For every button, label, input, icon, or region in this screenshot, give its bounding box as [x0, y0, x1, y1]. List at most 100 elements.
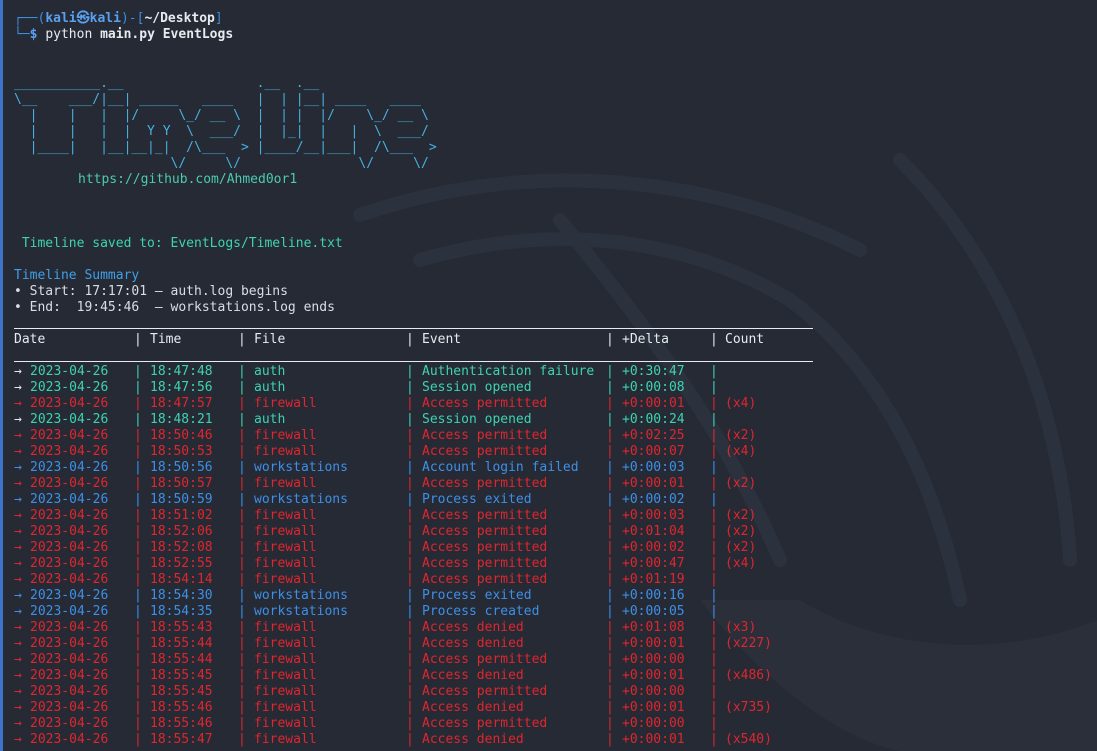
- row-arrow: →: [14, 572, 22, 587]
- row-file: firewall: [254, 716, 317, 731]
- table-row: → 2023-04-26 | 18:47:48 | auth | Authentication…: [14, 364, 914, 380]
- column-separator: |: [134, 364, 142, 379]
- column-separator: |: [406, 540, 414, 555]
- row-delta: +0:01:08: [622, 620, 685, 635]
- prompt-frame-top: ┌──(: [14, 11, 46, 26]
- row-count: (x2): [725, 524, 757, 539]
- row-time: 18:55:44: [150, 652, 213, 667]
- row-date: 2023-04-26: [30, 444, 109, 459]
- row-file: workstations: [254, 588, 348, 603]
- row-count: (x540): [725, 732, 772, 747]
- row-arrow: →: [14, 380, 22, 395]
- row-count: (x4): [725, 444, 757, 459]
- column-separator: |: [710, 684, 718, 699]
- column-separator: |: [710, 396, 718, 411]
- column-separator: |: [238, 732, 246, 747]
- row-file: firewall: [254, 524, 317, 539]
- table-row: → 2023-04-26 | 18:54:30 | workstations | Proces…: [14, 588, 914, 604]
- column-separator: |: [710, 460, 718, 475]
- column-separator: |: [134, 396, 142, 411]
- table-row: → 2023-04-26 | 18:55:44 | firewall | Access per…: [14, 652, 914, 668]
- column-separator: |: [606, 540, 614, 555]
- row-event: Session opened: [422, 380, 532, 395]
- column-separator: |: [238, 412, 246, 427]
- terminal-left-border: [0, 0, 3, 751]
- row-delta: +0:30:47: [622, 364, 685, 379]
- github-url[interactable]: https://github.com/Ahmed0or1: [78, 172, 297, 188]
- row-delta: +0:00:08: [622, 380, 685, 395]
- row-date: 2023-04-26: [30, 700, 109, 715]
- row-event: Access permitted: [422, 556, 548, 571]
- row-file: firewall: [254, 572, 317, 587]
- column-separator: |: [238, 476, 246, 491]
- row-arrow: →: [14, 524, 22, 539]
- row-date: 2023-04-26: [30, 652, 109, 667]
- column-separator: |: [710, 556, 718, 571]
- row-date: 2023-04-26: [30, 428, 109, 443]
- table-row: → 2023-04-26 | 18:54:14 | firewall | Access per…: [14, 572, 914, 588]
- column-separator: |: [710, 444, 718, 459]
- column-separator: |: [238, 380, 246, 395]
- column-separator: |: [606, 492, 614, 507]
- row-arrow: →: [14, 668, 22, 683]
- column-separator: |: [710, 668, 718, 683]
- column-separator: |: [710, 588, 718, 603]
- column-separator: |: [134, 540, 142, 555]
- header-sep: |: [134, 332, 142, 347]
- row-time: 18:55:47: [150, 732, 213, 747]
- column-separator: |: [606, 460, 614, 475]
- table-row: → 2023-04-26 | 18:50:46 | firewall | Access per…: [14, 428, 914, 444]
- row-arrow: →: [14, 700, 22, 715]
- column-separator: |: [238, 444, 246, 459]
- column-separator: |: [134, 508, 142, 523]
- column-separator: |: [606, 428, 614, 443]
- row-date: 2023-04-26: [30, 412, 109, 427]
- column-separator: |: [406, 684, 414, 699]
- column-separator: |: [606, 668, 614, 683]
- header-file: File: [254, 332, 286, 347]
- column-separator: |: [406, 396, 414, 411]
- row-event: Access permitted: [422, 508, 548, 523]
- column-separator: |: [134, 556, 142, 571]
- row-time: 18:51:02: [150, 508, 213, 523]
- prompt-user: kali: [45, 11, 77, 26]
- column-separator: |: [406, 444, 414, 459]
- row-delta: +0:02:25: [622, 428, 685, 443]
- column-separator: |: [406, 460, 414, 475]
- column-separator: |: [606, 556, 614, 571]
- row-event: Access permitted: [422, 716, 548, 731]
- banner-line: \__ ___/|__| _____ ____ | | |__| ____ __…: [14, 92, 421, 107]
- row-event: Process created: [422, 604, 540, 619]
- row-event: Access denied: [422, 620, 524, 635]
- row-file: firewall: [254, 476, 317, 491]
- row-arrow: →: [14, 588, 22, 603]
- row-time: 18:48:21: [150, 412, 213, 427]
- header-count: Count: [725, 332, 765, 347]
- row-delta: +0:00:47: [622, 556, 685, 571]
- column-separator: |: [134, 476, 142, 491]
- row-time: 18:52:55: [150, 556, 213, 571]
- prompt-path: ~/Desktop: [144, 11, 215, 26]
- row-event: Access denied: [422, 636, 524, 651]
- row-file: auth: [254, 380, 286, 395]
- row-event: Access denied: [422, 700, 524, 715]
- row-count: (x735): [725, 700, 772, 715]
- row-arrow: →: [14, 396, 22, 411]
- column-separator: |: [134, 412, 142, 427]
- command-line[interactable]: └─$ python main.py EventLogs: [14, 27, 233, 43]
- row-delta: +0:00:03: [622, 460, 685, 475]
- terminal-window[interactable]: ┌──(kali㉿kali)-[~/Desktop] └─$ python ma…: [0, 0, 1097, 751]
- header-time: Time: [150, 332, 182, 347]
- row-arrow: →: [14, 636, 22, 651]
- row-delta: +0:00:05: [622, 604, 685, 619]
- column-separator: |: [406, 572, 414, 587]
- table-row: → 2023-04-26 | 18:47:57 | firewall | Access per…: [14, 396, 914, 412]
- row-arrow: →: [14, 508, 22, 523]
- column-separator: |: [238, 524, 246, 539]
- prompt-frame-end: ]: [214, 11, 223, 26]
- prompt-frame-bottom: └─: [14, 27, 30, 42]
- table-row: → 2023-04-26 | 18:52:08 | firewall | Access per…: [14, 540, 914, 556]
- row-delta: +0:00:02: [622, 540, 685, 555]
- column-separator: |: [134, 524, 142, 539]
- table-row: → 2023-04-26 | 18:55:45 | firewall | Access den…: [14, 668, 914, 684]
